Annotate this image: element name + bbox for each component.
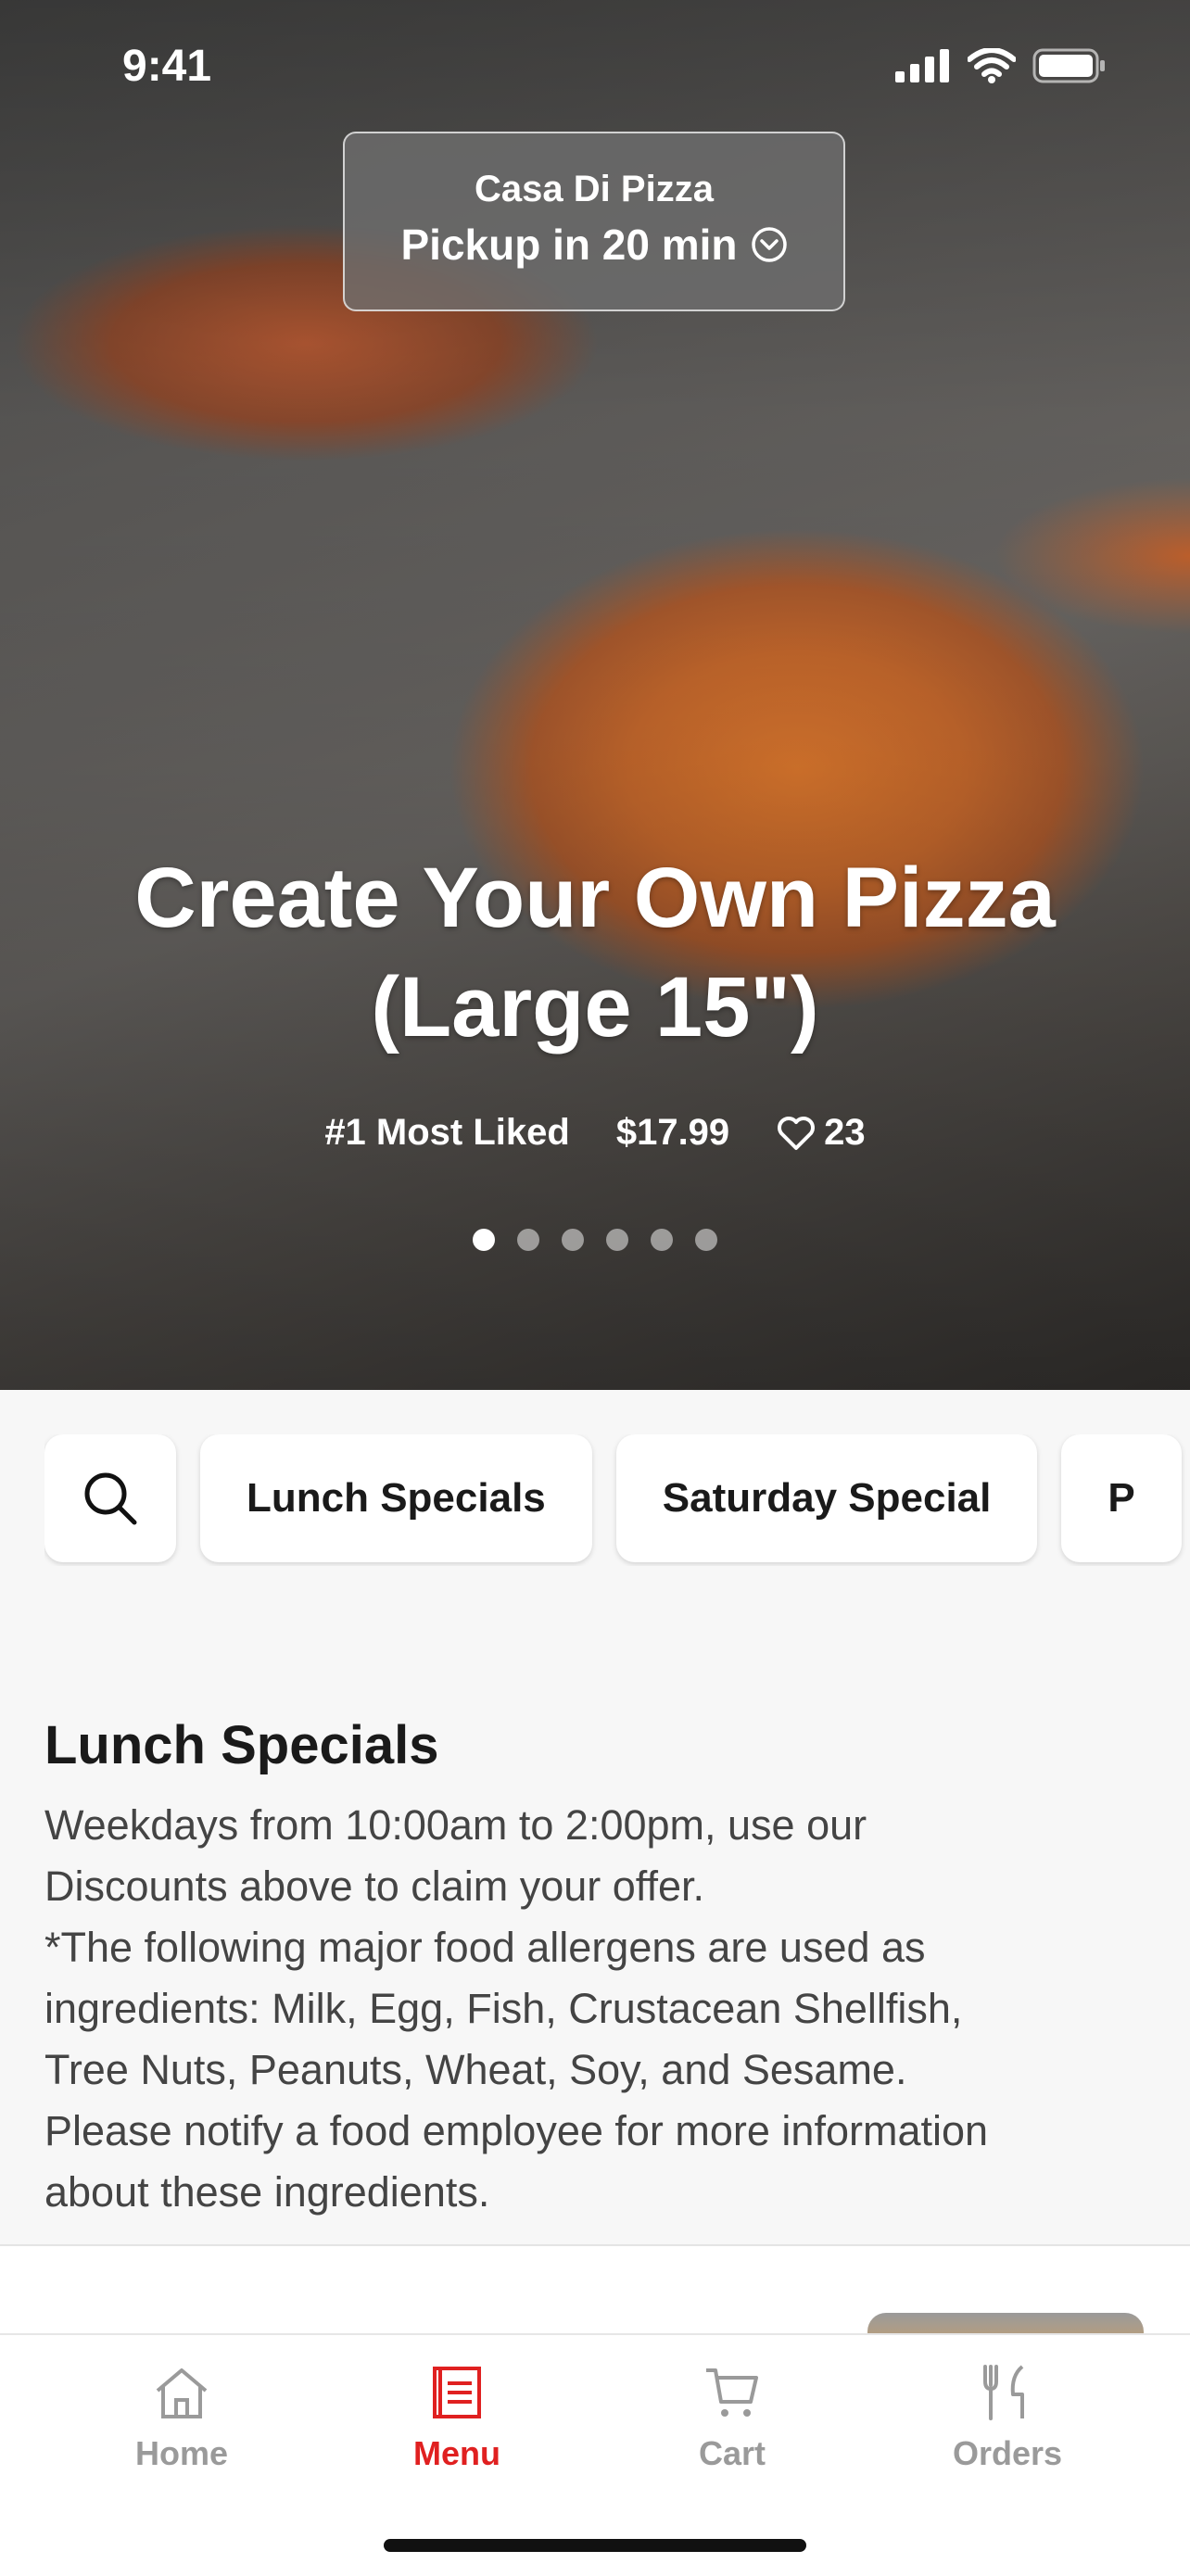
tab-cart[interactable]: Cart: [639, 2363, 825, 2473]
carousel-dot[interactable]: [473, 1229, 495, 1251]
home-icon: [156, 2368, 208, 2418]
heart-icon: [778, 1116, 816, 1150]
pickup-time: Pickup in 20 min: [400, 221, 738, 269]
carousel-dot[interactable]: [695, 1229, 717, 1251]
chevron-down-circle-icon: [751, 227, 787, 262]
rank-label: #1 Most Liked: [324, 1112, 570, 1153]
home-indicator: [384, 2539, 806, 2552]
location-selector[interactable]: Casa Di Pizza Pickup in 20 min: [343, 132, 845, 311]
carousel-dot[interactable]: [651, 1229, 673, 1251]
battery-icon: [1032, 48, 1105, 83]
carousel-dots[interactable]: [0, 1229, 1190, 1251]
tab-orders[interactable]: Orders: [915, 2363, 1100, 2473]
featured-item-meta: #1 Most Liked $17.99 23: [0, 1112, 1190, 1154]
signal-icon: [895, 49, 949, 82]
search-icon: [84, 1472, 137, 1525]
featured-item-title[interactable]: Create Your Own Pizza (Large 15"): [56, 843, 1134, 1062]
section-description: Weekdays from 10:00am to 2:00pm, use our…: [44, 1801, 989, 2216]
utensils-icon: [983, 2365, 1024, 2420]
section-title: Lunch Specials: [44, 1715, 439, 1775]
wifi-icon: [968, 48, 1016, 83]
tab-orders-label: Orders: [952, 2434, 1063, 2472]
carousel-dot[interactable]: [606, 1229, 628, 1251]
tab-home-label: Home: [134, 2434, 229, 2472]
status-bar: 9:41: [0, 37, 1190, 102]
price-label: $17.99: [615, 1112, 730, 1153]
tab-home[interactable]: Home: [89, 2363, 274, 2473]
featured-title-line1: Create Your Own Pizza: [134, 851, 1056, 945]
carousel-dot[interactable]: [562, 1229, 584, 1251]
category-bar: Lunch Specials Saturday Special P: [44, 1434, 1190, 1566]
menu-icon: [433, 2367, 481, 2418]
category-chip-lunch-specials[interactable]: Lunch Specials: [200, 1434, 592, 1562]
likes-count[interactable]: 23: [776, 1112, 866, 1154]
carousel-dot[interactable]: [517, 1229, 539, 1251]
tab-menu-label: Menu: [413, 2434, 500, 2472]
cart-icon: [706, 2368, 758, 2417]
featured-title-line2: (Large 15"): [371, 960, 819, 1054]
category-chip-saturday-special[interactable]: Saturday Special: [615, 1434, 1038, 1562]
restaurant-name: Casa Di Pizza: [475, 169, 714, 209]
status-time: 9:41: [122, 42, 212, 91]
menu-section: Lunch Specials Weekdays from 10:00am to …: [44, 1714, 1147, 2223]
likes-number: 23: [824, 1112, 866, 1153]
category-chip-next[interactable]: P: [1061, 1434, 1182, 1562]
tab-cart-label: Cart: [698, 2434, 766, 2472]
search-button[interactable]: [44, 1434, 176, 1562]
tab-menu[interactable]: Menu: [364, 2363, 550, 2473]
